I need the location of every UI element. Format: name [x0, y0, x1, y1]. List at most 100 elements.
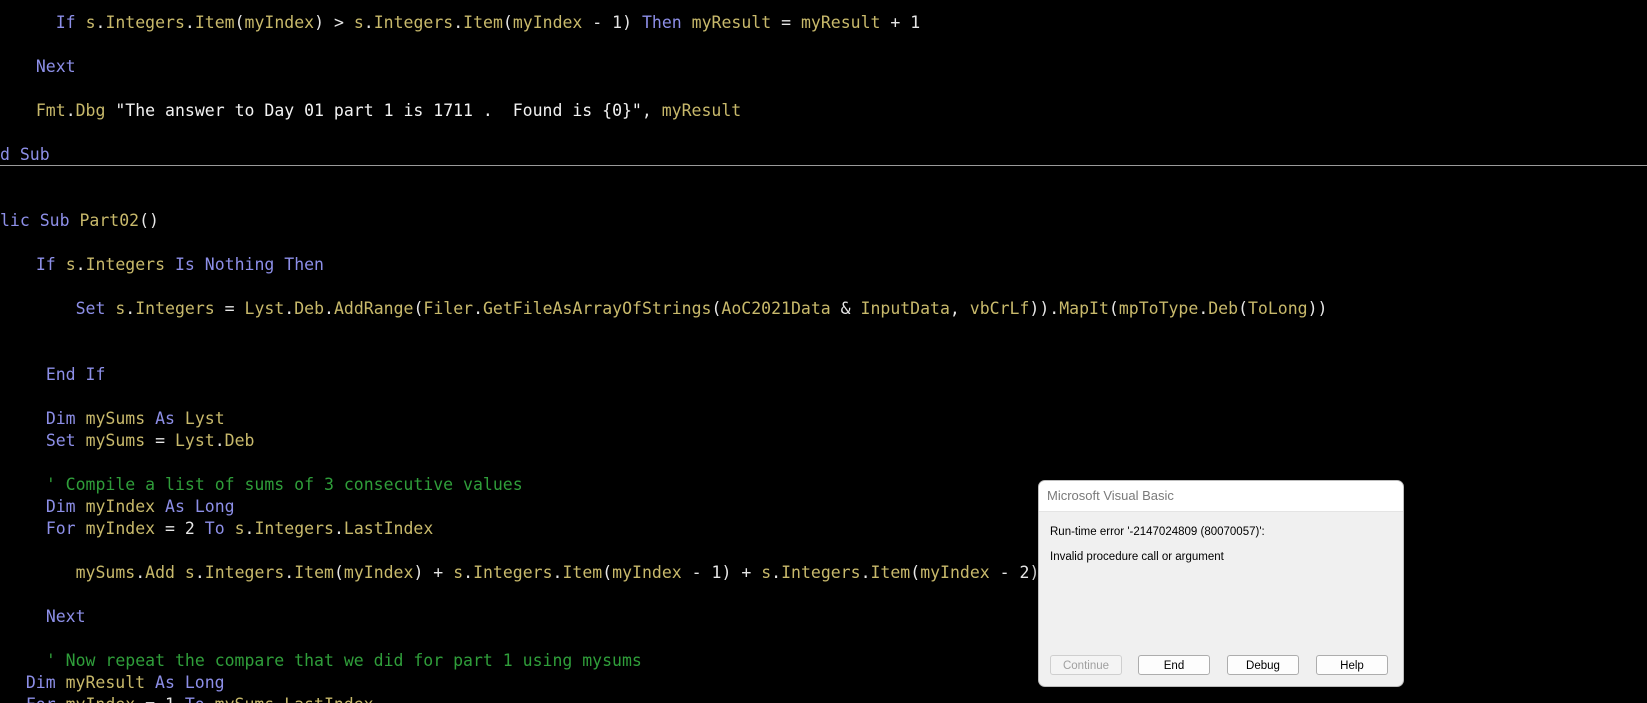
code-token: + 1 [880, 13, 921, 32]
code-line[interactable]: Next [16, 56, 76, 78]
code-token: Then [641, 13, 682, 32]
code-line[interactable]: ' Now repeat the compare that we did for… [16, 650, 642, 672]
code-token: ( [1238, 299, 1248, 318]
code-token: ' Now repeat the compare that we did for… [45, 651, 642, 670]
code-token: s [761, 563, 772, 582]
code-token: . [324, 299, 334, 318]
code-token: Next [45, 607, 86, 626]
code-token: mySums [85, 409, 146, 428]
dialog-titlebar[interactable]: Microsoft Visual Basic [1039, 481, 1403, 512]
code-token: . [95, 13, 106, 32]
code-line[interactable]: Dim mySums As Lyst [16, 408, 225, 430]
code-token: s [65, 255, 76, 274]
code-token: Add [145, 563, 175, 582]
code-token: Integers [204, 563, 285, 582]
code-token: To [185, 695, 205, 703]
code-token: Item [194, 13, 235, 32]
code-token: . [552, 563, 563, 582]
code-line[interactable]: Dim myIndex As Long [16, 496, 235, 518]
code-line[interactable]: mySums.Add s.Integers.Item(myIndex) + s.… [16, 562, 1040, 584]
code-token: Deb [1208, 299, 1239, 318]
code-token: . [363, 13, 374, 32]
code-token: End If [45, 365, 106, 384]
code-token: = [214, 299, 245, 318]
code-line[interactable]: ' Compile a list of sums of 3 consecutiv… [16, 474, 523, 496]
code-token: ( [910, 563, 921, 582]
code-token: s [115, 299, 126, 318]
code-line[interactable]: If s.Integers Is Nothing Then [16, 254, 324, 276]
code-token: s [353, 13, 364, 32]
code-token: Integers [473, 563, 553, 582]
code-token: As Long [155, 673, 225, 692]
code-token: ) + [413, 563, 454, 582]
code-token: . [194, 563, 205, 582]
code-token: Integers [85, 255, 166, 274]
debug-button[interactable]: Debug [1227, 655, 1299, 675]
code-token: Filer [423, 299, 474, 318]
code-token: Lyst [184, 409, 225, 428]
code-line[interactable]: d Sub [0, 144, 50, 166]
code-token: mpToType [1118, 299, 1199, 318]
code-token: & [830, 299, 861, 318]
code-token: LastIndex [343, 519, 434, 538]
code-token: LastIndex [284, 695, 373, 703]
code-token: . [75, 255, 86, 274]
code-token: Deb [294, 299, 325, 318]
code-token: ( [333, 563, 344, 582]
code-token: . [65, 101, 76, 120]
code-token: myIndex [85, 497, 156, 516]
code-line[interactable]: Set s.Integers = Lyst.Deb.AddRange(Filer… [16, 298, 1328, 320]
code-line[interactable]: Dim myResult As Long [6, 672, 225, 694]
code-token: = 2 [155, 519, 205, 538]
code-line[interactable]: lic Sub Part02() [0, 210, 159, 232]
code-token: = [145, 431, 175, 450]
code-line[interactable]: For myIndex = 1 To mySums.LastIndex [6, 694, 374, 703]
end-button[interactable]: End [1138, 655, 1210, 675]
code-token: Integers [254, 519, 334, 538]
code-line[interactable]: If s.Integers.Item(myIndex) > s.Integers… [16, 12, 920, 34]
code-token: () [139, 211, 159, 230]
code-line[interactable]: Fmt.Dbg "The answer to Day 01 part 1 is … [16, 100, 741, 122]
code-token: myIndex [244, 13, 315, 32]
code-token: Part02 [79, 211, 140, 230]
code-token: . [1198, 299, 1209, 318]
code-token: myIndex [343, 563, 414, 582]
code-token: ( [234, 13, 245, 32]
code-token: As [155, 409, 175, 428]
code-line[interactable]: For myIndex = 2 To s.Integers.LastIndex [16, 518, 433, 540]
code-token: . [463, 563, 474, 582]
code-token: . [284, 299, 295, 318]
code-token: myIndex [66, 695, 136, 703]
procedure-separator [0, 165, 1647, 166]
code-line[interactable]: Next [16, 606, 86, 628]
code-line[interactable]: End If [16, 364, 106, 386]
code-token: . [453, 13, 464, 32]
code-token: Dbg [75, 101, 106, 120]
code-token: Item [562, 563, 603, 582]
code-line[interactable]: Set mySums = Lyst.Deb [16, 430, 255, 452]
help-button[interactable]: Help [1316, 655, 1388, 675]
code-token: MapIt [1059, 299, 1109, 318]
code-token: myIndex [512, 13, 583, 32]
code-token: . [244, 519, 255, 538]
code-token: = 1 [135, 695, 185, 703]
code-token: ( [602, 563, 613, 582]
code-token: Integers [135, 299, 215, 318]
